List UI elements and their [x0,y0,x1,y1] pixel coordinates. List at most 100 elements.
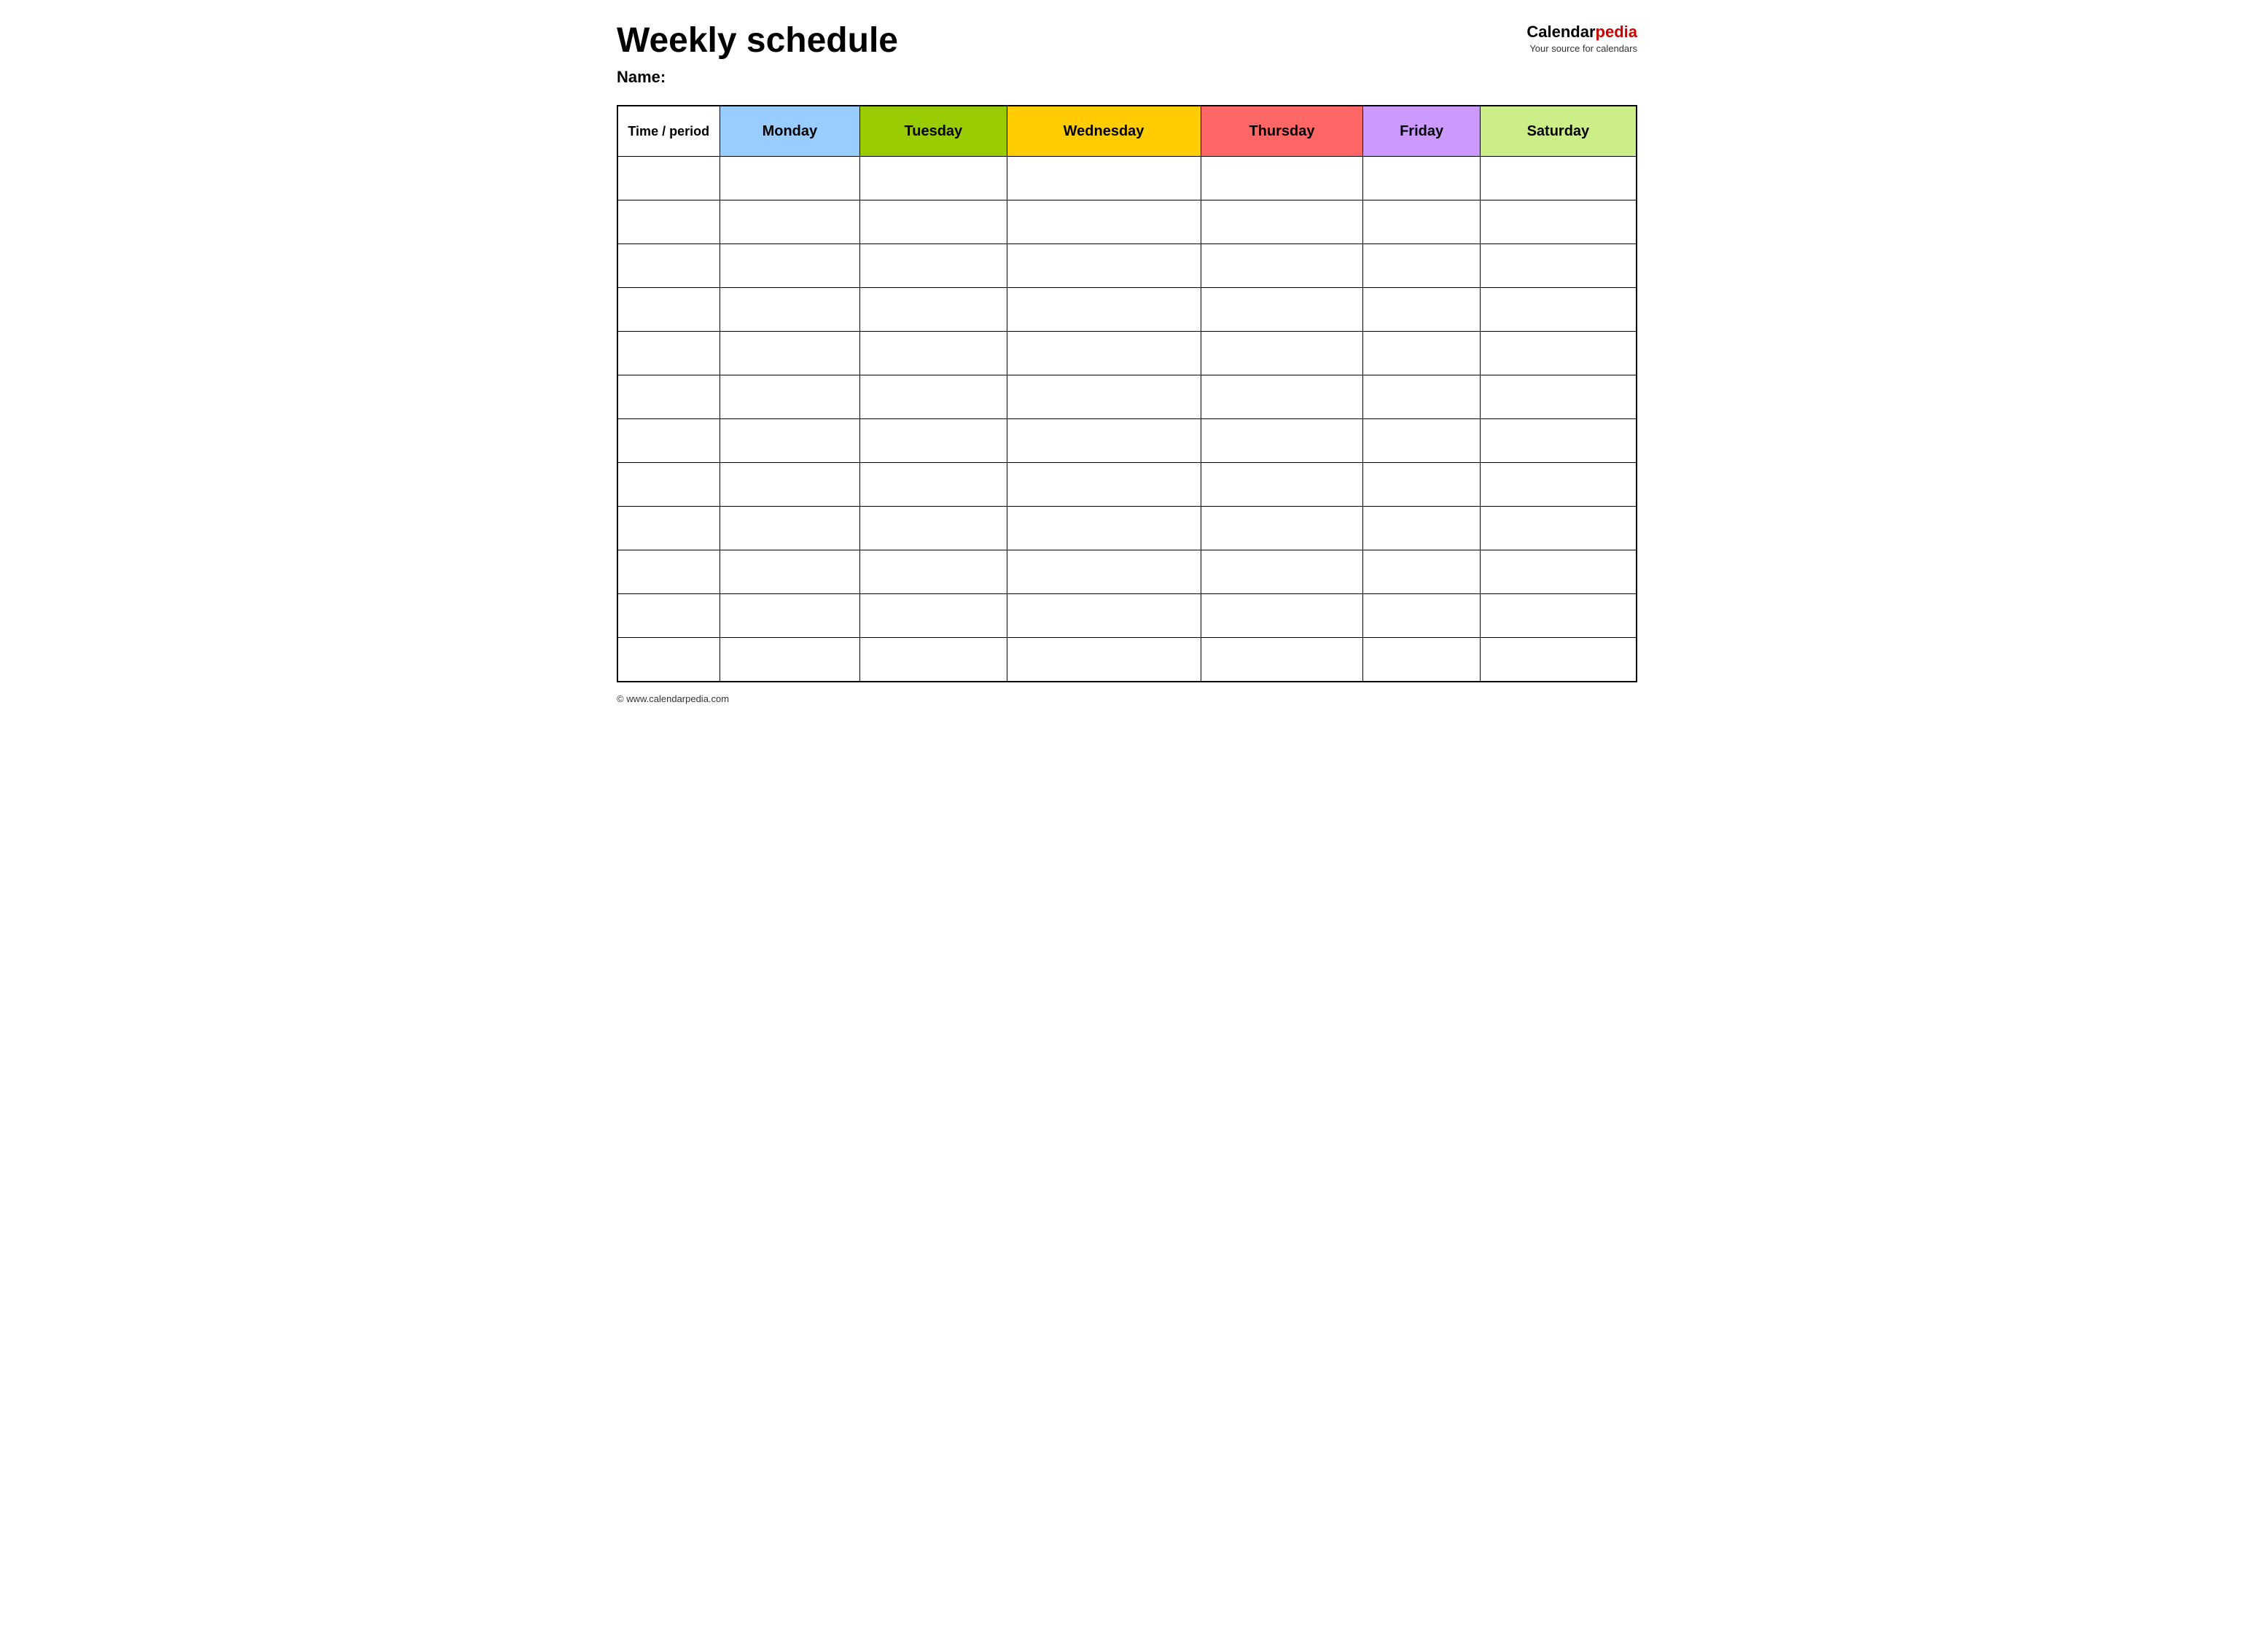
wednesday-cell[interactable] [1007,550,1201,594]
footer: © www.calendarpedia.com [617,693,1637,704]
saturday-cell[interactable] [1480,419,1637,463]
wednesday-cell[interactable] [1007,638,1201,682]
table-row [617,419,1637,463]
time-cell[interactable] [617,288,720,332]
time-cell[interactable] [617,638,720,682]
time-cell[interactable] [617,419,720,463]
thursday-cell[interactable] [1201,550,1363,594]
monday-cell[interactable] [720,244,860,288]
monday-cell[interactable] [720,200,860,244]
tuesday-cell[interactable] [860,463,1007,507]
friday-cell[interactable] [1363,463,1480,507]
monday-cell[interactable] [720,288,860,332]
thursday-cell[interactable] [1201,244,1363,288]
friday-cell[interactable] [1363,200,1480,244]
monday-cell[interactable] [720,375,860,419]
thursday-cell[interactable] [1201,288,1363,332]
thursday-cell[interactable] [1201,419,1363,463]
friday-cell[interactable] [1363,507,1480,550]
wednesday-cell[interactable] [1007,594,1201,638]
footer-url: © www.calendarpedia.com [617,693,729,704]
thursday-cell[interactable] [1201,200,1363,244]
tuesday-cell[interactable] [860,550,1007,594]
wednesday-cell[interactable] [1007,419,1201,463]
header-section: Weekly schedule Name: Calendarpedia Your… [617,22,1637,98]
monday-cell[interactable] [720,638,860,682]
friday-cell[interactable] [1363,375,1480,419]
table-row [617,463,1637,507]
table-row [617,638,1637,682]
wednesday-cell[interactable] [1007,507,1201,550]
saturday-cell[interactable] [1480,507,1637,550]
tuesday-cell[interactable] [860,244,1007,288]
col-header-friday: Friday [1363,106,1480,157]
title-area: Weekly schedule Name: [617,22,898,98]
table-header-row: Time / period Monday Tuesday Wednesday T… [617,106,1637,157]
time-cell[interactable] [617,332,720,375]
thursday-cell[interactable] [1201,507,1363,550]
monday-cell[interactable] [720,419,860,463]
col-header-thursday: Thursday [1201,106,1363,157]
thursday-cell[interactable] [1201,638,1363,682]
wednesday-cell[interactable] [1007,332,1201,375]
wednesday-cell[interactable] [1007,244,1201,288]
saturday-cell[interactable] [1480,332,1637,375]
saturday-cell[interactable] [1480,200,1637,244]
time-cell[interactable] [617,200,720,244]
friday-cell[interactable] [1363,157,1480,200]
tuesday-cell[interactable] [860,200,1007,244]
friday-cell[interactable] [1363,244,1480,288]
saturday-cell[interactable] [1480,288,1637,332]
col-header-saturday: Saturday [1480,106,1637,157]
wednesday-cell[interactable] [1007,288,1201,332]
wednesday-cell[interactable] [1007,157,1201,200]
table-row [617,332,1637,375]
tuesday-cell[interactable] [860,157,1007,200]
monday-cell[interactable] [720,463,860,507]
wednesday-cell[interactable] [1007,463,1201,507]
time-cell[interactable] [617,244,720,288]
thursday-cell[interactable] [1201,594,1363,638]
saturday-cell[interactable] [1480,244,1637,288]
logo-area: Calendarpedia Your source for calendars [1526,22,1637,55]
wednesday-cell[interactable] [1007,375,1201,419]
tuesday-cell[interactable] [860,638,1007,682]
logo-calendar-text: Calendar [1526,23,1595,41]
schedule-table: Time / period Monday Tuesday Wednesday T… [617,105,1637,682]
saturday-cell[interactable] [1480,638,1637,682]
thursday-cell[interactable] [1201,157,1363,200]
tuesday-cell[interactable] [860,288,1007,332]
wednesday-cell[interactable] [1007,200,1201,244]
friday-cell[interactable] [1363,594,1480,638]
tuesday-cell[interactable] [860,507,1007,550]
time-cell[interactable] [617,594,720,638]
saturday-cell[interactable] [1480,157,1637,200]
thursday-cell[interactable] [1201,332,1363,375]
monday-cell[interactable] [720,550,860,594]
tuesday-cell[interactable] [860,419,1007,463]
monday-cell[interactable] [720,507,860,550]
time-cell[interactable] [617,463,720,507]
thursday-cell[interactable] [1201,463,1363,507]
time-cell[interactable] [617,375,720,419]
tuesday-cell[interactable] [860,332,1007,375]
friday-cell[interactable] [1363,332,1480,375]
thursday-cell[interactable] [1201,375,1363,419]
saturday-cell[interactable] [1480,550,1637,594]
friday-cell[interactable] [1363,288,1480,332]
monday-cell[interactable] [720,594,860,638]
friday-cell[interactable] [1363,638,1480,682]
friday-cell[interactable] [1363,419,1480,463]
monday-cell[interactable] [720,332,860,375]
saturday-cell[interactable] [1480,594,1637,638]
saturday-cell[interactable] [1480,463,1637,507]
time-cell[interactable] [617,550,720,594]
saturday-cell[interactable] [1480,375,1637,419]
time-cell[interactable] [617,157,720,200]
schedule-body [617,157,1637,682]
tuesday-cell[interactable] [860,375,1007,419]
time-cell[interactable] [617,507,720,550]
tuesday-cell[interactable] [860,594,1007,638]
monday-cell[interactable] [720,157,860,200]
friday-cell[interactable] [1363,550,1480,594]
